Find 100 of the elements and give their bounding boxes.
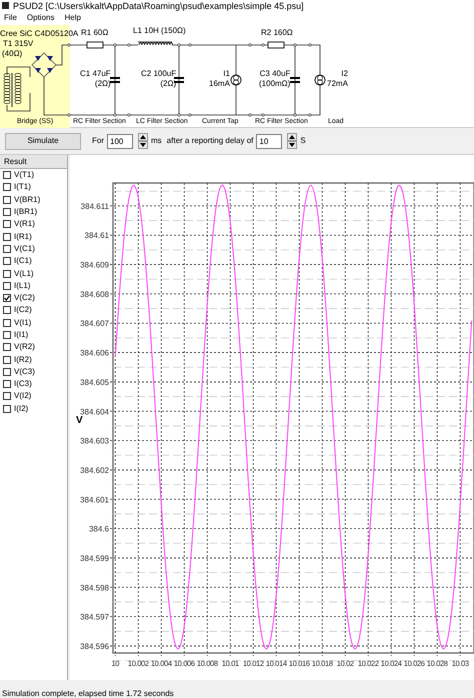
current-source-symbol — [314, 74, 326, 86]
result-item[interactable]: I(L1) — [0, 280, 67, 292]
checkbox[interactable] — [3, 270, 11, 278]
result-item[interactable]: V(R2) — [0, 341, 67, 354]
y-tick-label: 384.606 — [80, 348, 109, 358]
spin-down-button[interactable] — [138, 141, 148, 149]
component-label: I1 — [223, 69, 230, 79]
y-tick-label: 384.6 — [88, 524, 109, 534]
resistor-symbol — [268, 42, 284, 48]
checkbox[interactable] — [3, 343, 11, 352]
transformer-label: T1 315V — [3, 39, 34, 49]
checkbox[interactable] — [3, 392, 11, 400]
app-icon — [2, 2, 9, 9]
result-item[interactable]: I(I1) — [0, 328, 67, 342]
result-item[interactable]: V(I1) — [0, 316, 67, 329]
y-tick-label: 384.607 — [80, 319, 109, 328]
component-label: 72mA — [327, 79, 348, 89]
result-item[interactable]: I(R1) — [0, 230, 67, 243]
checkbox[interactable] — [3, 404, 11, 413]
for-label: For — [92, 135, 104, 147]
delay-field[interactable]: 10 — [256, 134, 282, 148]
y-tick-label: 384.61 — [84, 231, 109, 240]
result-item[interactable]: I(I2) — [0, 402, 67, 415]
simulate-button[interactable]: Simulate — [5, 132, 81, 150]
y-tick-label: 384.609 — [80, 260, 109, 270]
checkbox[interactable] — [3, 331, 11, 339]
y-tick-label: 384.596 — [80, 642, 109, 651]
component-label: L1 10H (150Ω) — [133, 26, 186, 36]
y-tick-label: 384.605 — [80, 378, 109, 387]
delay-label: after a reporting delay of — [166, 135, 254, 147]
component-label: C2 100uF — [141, 69, 176, 79]
y-tick-label: 384.604 — [80, 407, 109, 416]
y-tick-label: 384.608 — [80, 290, 109, 299]
y-axis-label: V — [76, 415, 83, 426]
result-item[interactable]: I(R2) — [0, 353, 67, 366]
transformer-drawing — [4, 72, 22, 108]
checkbox[interactable] — [3, 244, 11, 253]
menu-item[interactable]: Options — [26, 12, 54, 24]
component-label: 16mA — [209, 79, 230, 89]
resistance-label: (40Ω) — [2, 49, 22, 59]
status-text: Simulation complete, elapsed time 1.72 seconds — [2, 689, 174, 698]
result-item[interactable]: V(C1) — [0, 242, 67, 256]
result-item[interactable]: V(I2) — [0, 390, 67, 403]
result-item[interactable]: I(C2) — [0, 304, 67, 317]
y-tick-label: 384.601 — [80, 495, 109, 504]
result-item[interactable]: V(T1) — [0, 169, 67, 182]
checkbox[interactable] — [3, 196, 11, 204]
result-item[interactable]: I(T1) — [0, 181, 67, 194]
result-item[interactable]: I(C3) — [0, 378, 67, 390]
checkbox[interactable] — [3, 294, 11, 302]
checkbox[interactable] — [3, 368, 11, 376]
capacitor-symbol — [110, 77, 120, 83]
spin-down-button[interactable] — [287, 141, 298, 149]
checkbox[interactable] — [3, 380, 11, 388]
component-label: I2 — [341, 69, 348, 79]
result-item[interactable]: I(C1) — [0, 255, 67, 268]
checkbox[interactable] — [3, 220, 11, 228]
checkbox[interactable] — [3, 208, 11, 216]
y-tick-label: 384.599 — [80, 554, 109, 563]
result-item[interactable]: V(BR1) — [0, 194, 67, 206]
component-label: (100mΩ) — [259, 79, 290, 89]
inductor-symbol — [138, 42, 173, 46]
checkbox[interactable] — [3, 183, 11, 192]
component-label: (2Ω) — [94, 79, 111, 89]
component-label: R1 60Ω — [81, 28, 108, 38]
spin-up-button[interactable] — [138, 133, 148, 141]
capacitor-symbol — [174, 77, 184, 83]
checkbox[interactable] — [3, 306, 11, 314]
component-label: R2 160Ω — [261, 28, 293, 38]
duration-unit: ms — [151, 135, 162, 147]
device-label: Cree SiC C4D05120A — [0, 29, 78, 39]
y-tick-label: 384.597 — [80, 612, 109, 622]
component-label: (2Ω) — [160, 79, 176, 89]
result-item[interactable]: V(R1) — [0, 218, 67, 230]
result-item[interactable]: I(BR1) — [0, 206, 67, 218]
window-title: PSUD2 [C:\Users\kkalt\AppData\Roaming\psud\examples\simple 45.psu] — [13, 0, 304, 10]
y-tick-label: 384.603 — [80, 436, 109, 446]
menu-item[interactable]: File — [4, 12, 17, 24]
y-tick-label: 384.602 — [80, 466, 109, 475]
checkbox[interactable] — [3, 318, 11, 327]
spin-up-button[interactable] — [287, 133, 298, 141]
current-source-symbol — [230, 74, 242, 86]
result-item[interactable]: V(C3) — [0, 366, 67, 378]
checkbox[interactable] — [3, 356, 11, 364]
result-header: Result — [0, 155, 67, 169]
result-item[interactable]: V(C2) — [0, 292, 67, 304]
component-label: C3 40uF — [260, 69, 290, 79]
result-item[interactable]: V(L1) — [0, 267, 67, 280]
component-label: C1 47uF — [80, 69, 111, 79]
delay-unit: S — [300, 135, 306, 147]
duration-field[interactable]: 100 — [107, 134, 133, 148]
checkbox[interactable] — [3, 232, 11, 241]
y-tick-label: 384.611 — [80, 202, 109, 211]
resistor-symbol — [86, 42, 104, 48]
menu-item[interactable]: Help — [64, 12, 81, 24]
capacitor-symbol — [290, 77, 300, 83]
checkbox[interactable] — [3, 257, 11, 266]
checkbox[interactable] — [3, 282, 11, 290]
checkbox[interactable] — [3, 171, 11, 180]
y-tick-label: 384.598 — [80, 583, 109, 592]
